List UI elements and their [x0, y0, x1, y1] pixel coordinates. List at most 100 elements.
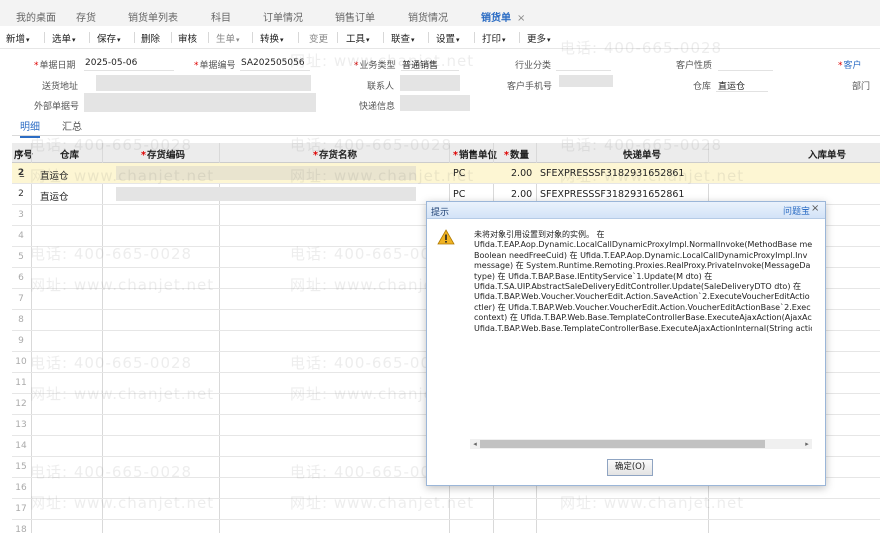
doc-date-underline	[84, 70, 174, 71]
chevron-down-icon: ▾	[236, 36, 240, 44]
tab-inventory[interactable]: 存货	[76, 9, 96, 24]
tab-order-status[interactable]: 订单情况	[263, 9, 303, 24]
tab-sales-delivery-list[interactable]: 销货单列表	[128, 9, 178, 24]
dialog-header: 提示 问题宝 ×	[427, 202, 825, 219]
external-no-field[interactable]	[84, 93, 316, 112]
row-seq: 5	[18, 252, 24, 262]
generate-label: 生单	[216, 34, 236, 45]
more-label: 更多	[527, 34, 547, 45]
row-seq: 15	[15, 462, 27, 472]
row-tracking[interactable]: SFEXPRESSSF3182931652861	[540, 189, 684, 200]
table-row[interactable]: 17	[12, 499, 880, 520]
message-line: Ufida.T.BAP.Web.Voucher.VoucherEdit.Acti…	[474, 292, 810, 302]
message-line: Boolean needFreeCuid) 在 Ufida.T.EAP.Aop.…	[474, 250, 808, 260]
change-button[interactable]: 变更	[309, 31, 328, 45]
ship-address-label: 送货地址	[42, 82, 79, 92]
close-icon[interactable]: ×	[811, 203, 819, 214]
message-line: message) 在 System.Runtime.Remoting.Proxi…	[474, 261, 811, 271]
row-item-redacted[interactable]	[116, 166, 416, 180]
express-info-field[interactable]	[400, 95, 470, 111]
row-seq: 7	[18, 294, 24, 304]
delete-button[interactable]: 删除	[141, 31, 160, 45]
tab-close-icon[interactable]: ×	[517, 13, 525, 24]
save-button[interactable]: 保存▾	[97, 31, 121, 45]
divider	[428, 32, 429, 43]
customer-label[interactable]: *客户	[838, 58, 862, 71]
message-line: Ufida.T.BAP.Web.Base.TemplateControllerB…	[474, 323, 812, 333]
row-seq: 10	[15, 357, 27, 367]
tab-delivery-status[interactable]: 销货情况	[408, 9, 448, 24]
external-no-label: 外部单据号	[34, 102, 80, 112]
horizontal-scrollbar[interactable]: ◂ ▸	[470, 439, 812, 449]
message-line: Ufida.T.EAP.Aop.Dynamic.LocalCallDynamic…	[474, 240, 812, 250]
row-tracking[interactable]: SFEXPRESSSF3182931652861	[540, 168, 684, 179]
tab-sales-delivery-label: 销货单	[481, 13, 511, 24]
message-line: type) 在 Ufida.T.BAP.Base.IEntityService`…	[474, 271, 713, 281]
row-unit[interactable]: PC	[453, 189, 465, 200]
col-name-header: *存货名称	[313, 150, 357, 161]
audit-button[interactable]: 审核	[178, 31, 197, 45]
doc-no-field[interactable]: SA202505056	[241, 58, 305, 68]
generate-button[interactable]: 生单▾	[216, 31, 240, 45]
grid-header: 序号 仓库 *存货编码 *存货名称 *销售单位 *数量 快递单号 入库单号	[12, 143, 880, 163]
ship-address-field[interactable]	[96, 75, 311, 91]
dialog-title: 提示	[431, 208, 450, 218]
tools-button[interactable]: 工具▾	[346, 31, 370, 45]
customer-nature-label: 客户性质	[676, 61, 713, 71]
scroll-right-icon[interactable]: ▸	[802, 439, 812, 449]
row-seq: 3	[18, 210, 24, 220]
row-seq: 17	[15, 504, 27, 514]
divider	[298, 32, 299, 43]
chevron-down-icon: ▾	[280, 36, 284, 44]
row-seq: 18	[15, 525, 27, 535]
row-qty[interactable]: 2.00	[511, 189, 532, 200]
chevron-down-icon: ▾	[456, 36, 460, 44]
contact-field[interactable]	[400, 75, 460, 91]
customer-phone-field[interactable]	[559, 75, 613, 87]
new-button[interactable]: 新增▾	[6, 31, 30, 45]
table-row[interactable]: 2̲ 直运仓 PC 2.00 SFEXPRESSSF3182931652861	[12, 163, 880, 184]
row-unit[interactable]: PC	[453, 168, 465, 179]
row-seq: 9	[18, 336, 24, 346]
convert-button[interactable]: 转换▾	[260, 31, 284, 45]
chevron-down-icon: ▾	[411, 36, 415, 44]
more-button[interactable]: 更多▾	[527, 31, 551, 45]
row-seq: 8	[18, 315, 24, 325]
table-row[interactable]: 18	[12, 520, 880, 535]
tab-accounts[interactable]: 科目	[211, 9, 231, 24]
help-link[interactable]: 问题宝	[783, 204, 810, 217]
tab-desktop[interactable]: 我的桌面	[16, 9, 56, 24]
biz-type-label: *业务类型	[354, 61, 396, 71]
row-seq: 2	[18, 189, 24, 199]
row-item-redacted[interactable]	[116, 187, 416, 201]
toolbar: 新增▾ 选单▾ 保存▾ 删除 审核 生单▾ 转换▾ 变更 工具▾ 联查▾ 设置▾…	[0, 26, 880, 49]
row-warehouse[interactable]: 直运仓	[40, 189, 69, 203]
tools-label: 工具	[346, 34, 366, 45]
print-button[interactable]: 打印▾	[482, 31, 506, 45]
row-seq: 12	[15, 399, 27, 409]
error-dialog: 提示 问题宝 × 未将对象引用设置到对象的实例。 在 Ufida.T.EAP.A…	[426, 201, 826, 486]
chevron-down-icon: ▾	[502, 36, 506, 44]
divider	[474, 32, 475, 43]
customer-nature-field[interactable]	[718, 70, 773, 71]
select-order-button[interactable]: 选单▾	[52, 31, 76, 45]
row-seq: 6	[18, 273, 24, 283]
industry-field[interactable]	[556, 70, 611, 71]
row-warehouse[interactable]: 直运仓	[40, 168, 69, 182]
tab-summary[interactable]: 汇总	[62, 118, 82, 133]
row-qty[interactable]: 2.00	[511, 168, 532, 179]
contact-label: 联系人	[367, 82, 395, 92]
scrollbar-thumb[interactable]	[480, 440, 765, 448]
tab-sales-order[interactable]: 销售订单	[335, 9, 375, 24]
chevron-down-icon: ▾	[547, 36, 551, 44]
print-label: 打印	[482, 34, 502, 45]
scroll-left-icon[interactable]: ◂	[470, 439, 480, 449]
ok-button[interactable]: 确定(O)	[607, 459, 653, 476]
query-button[interactable]: 联查▾	[391, 31, 415, 45]
warning-icon	[437, 229, 455, 245]
doc-date-field[interactable]: 2025-05-06	[85, 58, 137, 68]
divider	[44, 32, 45, 43]
settings-button[interactable]: 设置▾	[436, 31, 460, 45]
tab-bar: 我的桌面 存货 销货单列表 科目 订单情况 销售订单 销货情况 销货单 ×	[0, 0, 880, 28]
doc-no-label: *单据编号	[194, 61, 236, 71]
